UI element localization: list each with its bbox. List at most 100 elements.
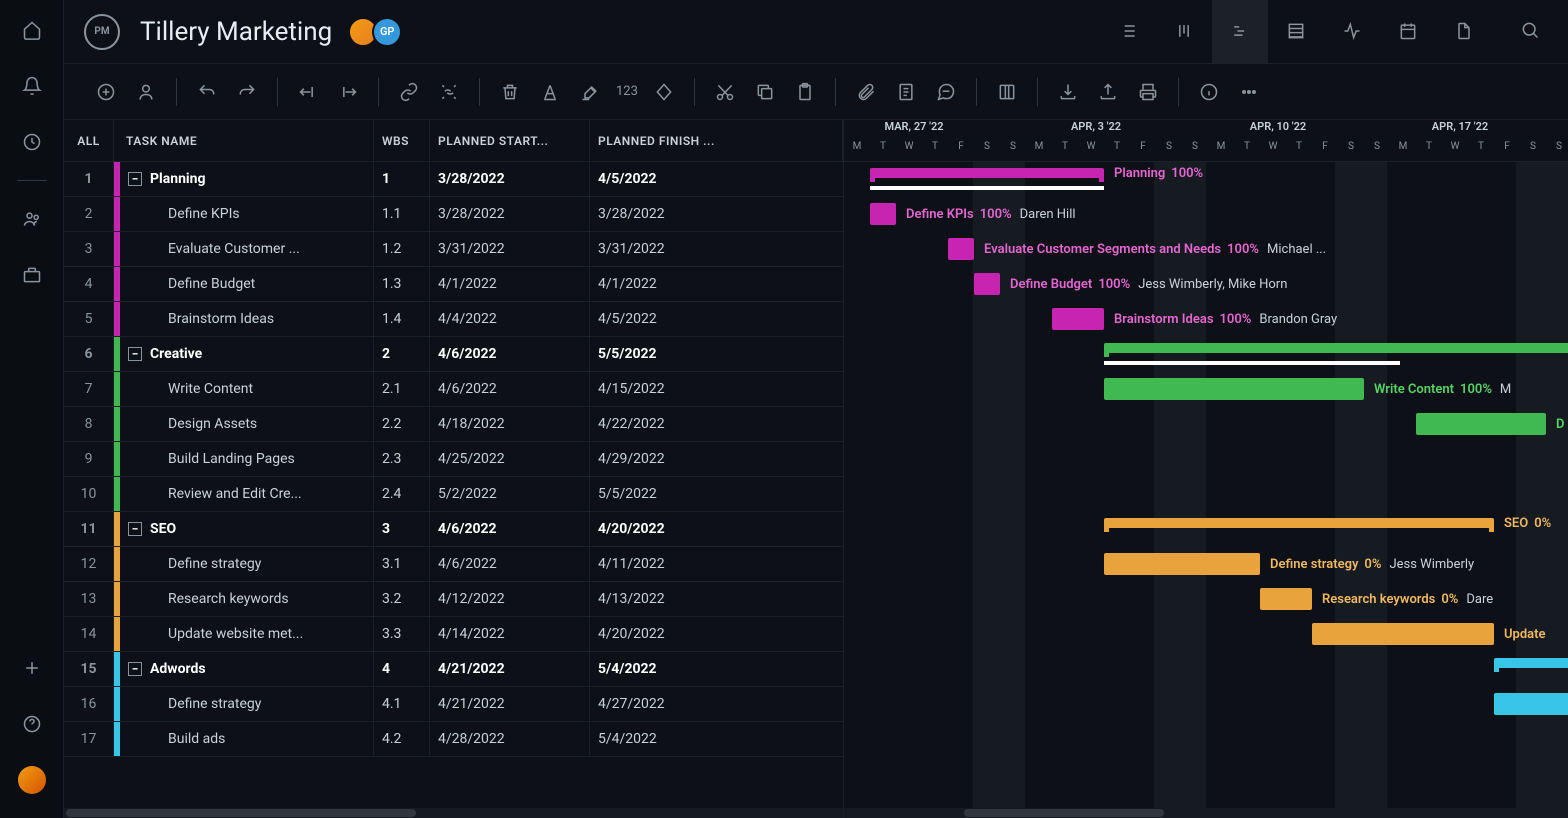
finish-cell[interactable]: 5/5/2022 <box>590 486 843 502</box>
task-row[interactable]: 10 Review and Edit Cre... 2.4 5/2/2022 5… <box>64 477 843 512</box>
sheet-view-tab[interactable] <box>1268 0 1324 64</box>
task-row[interactable]: 9 Build Landing Pages 2.3 4/25/2022 4/29… <box>64 442 843 477</box>
gantt-bar[interactable]: Define KPIs100%Daren Hill <box>870 203 896 225</box>
task-name-cell[interactable]: Define KPIs <box>120 197 374 231</box>
finish-cell[interactable]: 3/28/2022 <box>590 206 843 222</box>
wbs-cell[interactable]: 1.1 <box>374 197 430 231</box>
start-cell[interactable]: 4/6/2022 <box>430 337 590 371</box>
gantt-bar[interactable]: SEO0% <box>1104 518 1494 528</box>
finish-cell[interactable]: 4/1/2022 <box>590 276 843 292</box>
unlink-button[interactable] <box>431 74 467 110</box>
gantt-row[interactable] <box>844 722 1568 757</box>
finish-cell[interactable]: 5/4/2022 <box>590 731 843 747</box>
undo-button[interactable] <box>189 74 225 110</box>
comment-button[interactable] <box>928 74 964 110</box>
task-name-cell[interactable]: Brainstorm Ideas <box>120 302 374 336</box>
copy-button[interactable] <box>747 74 783 110</box>
task-row[interactable]: 3 Evaluate Customer ... 1.2 3/31/2022 3/… <box>64 232 843 267</box>
wbs-cell[interactable]: 2.1 <box>374 372 430 406</box>
task-row[interactable]: 1 −Planning 1 3/28/2022 4/5/2022 <box>64 162 843 197</box>
wbs-cell[interactable]: 1 <box>374 162 430 196</box>
help-icon[interactable] <box>14 706 50 742</box>
start-cell[interactable]: 4/21/2022 <box>430 687 590 721</box>
gantt-bar[interactable] <box>1104 343 1568 353</box>
task-name-cell[interactable]: −Planning <box>120 162 374 196</box>
start-cell[interactable]: 4/21/2022 <box>430 652 590 686</box>
grid-scrollbar[interactable] <box>64 808 843 818</box>
task-row[interactable]: 2 Define KPIs 1.1 3/28/2022 3/28/2022 <box>64 197 843 232</box>
wbs-cell[interactable]: 3.2 <box>374 582 430 616</box>
task-row[interactable]: 14 Update website met... 3.3 4/14/2022 4… <box>64 617 843 652</box>
col-wbs[interactable]: WBS <box>374 120 430 161</box>
avatar-gp[interactable]: GP <box>372 17 402 47</box>
task-row[interactable]: 17 Build ads 4.2 4/28/2022 5/4/2022 <box>64 722 843 757</box>
gantt-row[interactable]: Brainstorm Ideas100%Brandon Gray <box>844 302 1568 337</box>
gantt-row[interactable] <box>844 337 1568 372</box>
task-row[interactable]: 13 Research keywords 3.2 4/12/2022 4/13/… <box>64 582 843 617</box>
task-name-cell[interactable]: Build ads <box>120 722 374 756</box>
finish-cell[interactable]: 4/20/2022 <box>590 521 843 537</box>
wbs-cell[interactable]: 4 <box>374 652 430 686</box>
wbs-cell[interactable]: 4.1 <box>374 687 430 721</box>
task-name-cell[interactable]: Research keywords <box>120 582 374 616</box>
wbs-cell[interactable]: 2.4 <box>374 477 430 511</box>
file-view-tab[interactable] <box>1436 0 1492 64</box>
task-name-cell[interactable]: Update website met... <box>120 617 374 651</box>
wbs-cell[interactable]: 2.3 <box>374 442 430 476</box>
collapse-icon[interactable]: − <box>128 347 142 361</box>
activity-view-tab[interactable] <box>1324 0 1380 64</box>
gantt-row[interactable]: SEO0% <box>844 512 1568 547</box>
task-name-cell[interactable]: Design Assets <box>120 407 374 441</box>
task-row[interactable]: 16 Define strategy 4.1 4/21/2022 4/27/20… <box>64 687 843 722</box>
gantt-row[interactable]: Update <box>844 617 1568 652</box>
gantt-bar[interactable]: Update <box>1312 623 1494 645</box>
finish-cell[interactable]: 4/15/2022 <box>590 381 843 397</box>
gantt-row[interactable]: D <box>844 407 1568 442</box>
gantt-bar[interactable]: Planning100% <box>870 168 1104 178</box>
finish-cell[interactable]: 4/29/2022 <box>590 451 843 467</box>
gantt-row[interactable]: Define KPIs100%Daren Hill <box>844 197 1568 232</box>
more-button[interactable] <box>1231 74 1267 110</box>
collapse-icon[interactable]: − <box>128 662 142 676</box>
start-cell[interactable]: 4/6/2022 <box>430 547 590 581</box>
start-cell[interactable]: 4/12/2022 <box>430 582 590 616</box>
task-name-cell[interactable]: Define Budget <box>120 267 374 301</box>
gantt-bar[interactable]: Write Content100%M <box>1104 378 1364 400</box>
start-cell[interactable]: 3/28/2022 <box>430 197 590 231</box>
gantt-row[interactable] <box>844 477 1568 512</box>
text-style-button[interactable] <box>532 74 568 110</box>
task-row[interactable]: 5 Brainstorm Ideas 1.4 4/4/2022 4/5/2022 <box>64 302 843 337</box>
gantt-bar[interactable] <box>1494 693 1568 715</box>
finish-cell[interactable]: 5/5/2022 <box>590 346 843 362</box>
milestone-button[interactable] <box>646 74 682 110</box>
finish-cell[interactable]: 4/5/2022 <box>590 171 843 187</box>
start-cell[interactable]: 4/14/2022 <box>430 617 590 651</box>
start-cell[interactable]: 4/4/2022 <box>430 302 590 336</box>
home-icon[interactable] <box>14 12 50 48</box>
clear-format-button[interactable] <box>572 74 608 110</box>
gantt-row[interactable]: Write Content100%M <box>844 372 1568 407</box>
user-avatar-icon[interactable] <box>14 762 50 798</box>
export-button[interactable] <box>1090 74 1126 110</box>
attachment-button[interactable] <box>848 74 884 110</box>
gantt-row[interactable]: Define strategy0%Jess Wimberly <box>844 547 1568 582</box>
collapse-icon[interactable]: − <box>128 522 142 536</box>
wbs-cell[interactable]: 3.1 <box>374 547 430 581</box>
cut-button[interactable] <box>707 74 743 110</box>
task-name-cell[interactable]: Evaluate Customer ... <box>120 232 374 266</box>
gantt-scrollbar[interactable] <box>844 808 1568 818</box>
task-row[interactable]: 6 −Creative 2 4/6/2022 5/5/2022 <box>64 337 843 372</box>
task-row[interactable]: 12 Define strategy 3.1 4/6/2022 4/11/202… <box>64 547 843 582</box>
task-name-cell[interactable]: Build Landing Pages <box>120 442 374 476</box>
redo-button[interactable] <box>229 74 265 110</box>
gantt-bar[interactable]: Define strategy0%Jess Wimberly <box>1104 553 1260 575</box>
start-cell[interactable]: 3/31/2022 <box>430 232 590 266</box>
gantt-bar[interactable]: Define Budget100%Jess Wimberly, Mike Hor… <box>974 273 1000 295</box>
col-planned-finish[interactable]: PLANNED FINISH ... <box>590 120 843 161</box>
start-cell[interactable]: 4/1/2022 <box>430 267 590 301</box>
gantt-bar[interactable] <box>1494 658 1568 668</box>
add-task-button[interactable] <box>88 74 124 110</box>
add-icon[interactable] <box>14 650 50 686</box>
wbs-cell[interactable]: 2 <box>374 337 430 371</box>
gantt-view-tab[interactable] <box>1212 0 1268 64</box>
